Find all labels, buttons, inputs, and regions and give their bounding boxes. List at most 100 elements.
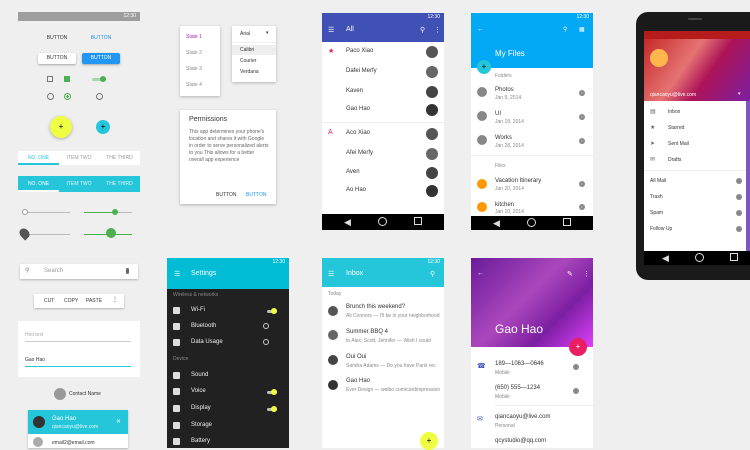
dialog-cancel-button[interactable]: BUTTON	[216, 192, 236, 198]
phone-number[interactable]: (650) 555—1234	[495, 385, 540, 391]
radio-on[interactable]	[64, 93, 71, 100]
contact-item[interactable]: Aven	[346, 169, 360, 175]
back-icon[interactable]: ◀	[493, 218, 500, 229]
slider-on[interactable]	[84, 209, 132, 215]
recents-icon[interactable]	[730, 253, 738, 261]
phone-number[interactable]: 189—1063—0646	[495, 361, 544, 367]
menu-item[interactable]: State 3	[186, 66, 202, 72]
tab-two[interactable]: ITEM TWO	[59, 176, 99, 192]
settings-item[interactable]: Data Usage	[191, 339, 223, 345]
drawer-item[interactable]: Sent Mail	[668, 141, 689, 147]
contacts-title[interactable]: All	[346, 26, 354, 33]
settings-item[interactable]: Sound	[191, 372, 208, 378]
settings-item[interactable]: Voice	[191, 388, 206, 394]
more-icon[interactable]: ⋮	[583, 270, 590, 278]
dropdown-option[interactable]: Courier	[240, 58, 256, 64]
font-dropdown[interactable]: Arial ▾ Calibri Courier Verdana	[232, 26, 276, 82]
wifi-switch[interactable]	[267, 308, 277, 314]
copy-button[interactable]: COPY	[64, 298, 78, 304]
voice-switch[interactable]	[267, 389, 277, 395]
menu-icon[interactable]: ☰	[328, 26, 334, 34]
email-address[interactable]: qiancaoyu@live.com	[495, 414, 550, 420]
mail-title[interactable]: Summer BBQ 4	[346, 329, 388, 335]
drawer-item[interactable]: Drafts	[668, 157, 681, 163]
search-icon[interactable]: ⚲	[25, 267, 29, 274]
drawer-item[interactable]: Inbox	[668, 109, 680, 115]
contact-item[interactable]: Kaven	[346, 88, 363, 94]
menu-icon[interactable]: ☰	[174, 270, 180, 278]
chevron-down-icon[interactable]: ▾	[738, 91, 741, 97]
recents-icon[interactable]	[563, 218, 571, 226]
back-icon[interactable]: ←	[477, 26, 484, 33]
slider-green-value[interactable]	[84, 228, 132, 238]
message-icon[interactable]	[573, 388, 579, 394]
drawer-item[interactable]: Spam	[650, 210, 663, 216]
search-input[interactable]: Search	[44, 268, 63, 274]
contact-chip[interactable]: Contact Name	[54, 388, 112, 400]
cut-button[interactable]: CUT	[44, 298, 54, 304]
recents-icon[interactable]	[414, 217, 422, 225]
bluetooth-toggle[interactable]	[263, 323, 269, 329]
back-icon[interactable]: ←	[477, 270, 484, 277]
more-icon[interactable]: ⋮	[112, 296, 118, 303]
dialog-ok-button[interactable]: BUTTON	[246, 192, 266, 198]
raised-button[interactable]: BUTTON	[38, 53, 76, 64]
drawer-item[interactable]: All Mail	[650, 178, 666, 184]
slider-off[interactable]	[22, 209, 70, 215]
tab-three[interactable]: THE THIRD	[99, 151, 140, 165]
fab-yellow-add[interactable]: +	[50, 116, 72, 138]
settings-item[interactable]: Display	[191, 405, 211, 411]
drawer-item[interactable]: Trash	[650, 194, 663, 200]
menu-item[interactable]: State 1	[186, 34, 202, 40]
checkbox-checked[interactable]	[64, 76, 70, 82]
flat-button[interactable]: BUTTON	[40, 33, 74, 44]
mic-icon[interactable]	[126, 268, 129, 274]
contact-item[interactable]: Aco Xiao	[346, 130, 370, 136]
settings-item[interactable]: Bluetooth	[191, 323, 216, 329]
folder-name[interactable]: UI	[495, 111, 501, 117]
home-icon[interactable]	[378, 217, 387, 226]
search-icon[interactable]: ⚲	[563, 26, 567, 33]
menu-item[interactable]: State 4	[186, 82, 202, 88]
tab-three[interactable]: THE THIRD	[99, 176, 140, 192]
message-icon[interactable]	[573, 364, 579, 370]
file-name[interactable]: Vacation Itinerary	[495, 178, 541, 184]
file-name[interactable]: kitchen	[495, 202, 514, 208]
fab-add-icon[interactable]: +	[569, 338, 587, 356]
contact-item[interactable]: Dafei Merfy	[346, 68, 377, 74]
dropdown-option[interactable]: Calibri	[240, 47, 254, 53]
fab-cyan-add[interactable]: +	[96, 120, 110, 134]
mail-title[interactable]: Oui Oui	[346, 354, 366, 360]
data-usage-toggle[interactable]	[263, 339, 269, 345]
contact-item[interactable]: Paco Xiao	[346, 48, 373, 54]
toggle-off[interactable]	[96, 93, 103, 100]
slider-disabled-value[interactable]	[17, 226, 70, 241]
contact-item[interactable]: Ao Hao	[346, 187, 366, 193]
info-icon[interactable]: i	[579, 204, 585, 210]
drawer-item[interactable]: Follow Up	[650, 226, 672, 232]
menu-item[interactable]: State 2	[186, 50, 202, 56]
account-card[interactable]: Gao Hao qiancaoyu@live.com ✕ email2@emai…	[28, 410, 128, 448]
settings-item[interactable]: Battery	[191, 438, 210, 444]
toggle-on[interactable]	[92, 76, 106, 82]
settings-item[interactable]: Storage	[191, 422, 212, 428]
flat-blue-button[interactable]: BUTTON	[84, 33, 118, 44]
back-icon[interactable]: ◀	[662, 253, 669, 264]
info-icon[interactable]: i	[579, 138, 585, 144]
folder-name[interactable]: Works	[495, 135, 512, 141]
tab-one[interactable]: NO. ONE	[18, 151, 59, 165]
display-switch[interactable]	[267, 406, 277, 412]
info-icon[interactable]: i	[579, 114, 585, 120]
hint-field[interactable]: Hint text	[25, 332, 43, 338]
search-icon[interactable]: ⚲	[430, 270, 435, 278]
raised-blue-button[interactable]: BUTTON	[82, 53, 120, 64]
close-icon[interactable]: ✕	[116, 418, 121, 425]
email-address[interactable]: qcystudio@qq.com	[495, 438, 546, 444]
home-icon[interactable]	[695, 253, 704, 262]
paste-button[interactable]: PASTE	[86, 298, 102, 304]
info-icon[interactable]: i	[579, 90, 585, 96]
fab-add-icon[interactable]: +	[420, 432, 438, 450]
info-icon[interactable]: i	[579, 181, 585, 187]
checkbox-unchecked[interactable]	[47, 76, 53, 82]
settings-item[interactable]: Wi-Fi	[191, 307, 205, 313]
